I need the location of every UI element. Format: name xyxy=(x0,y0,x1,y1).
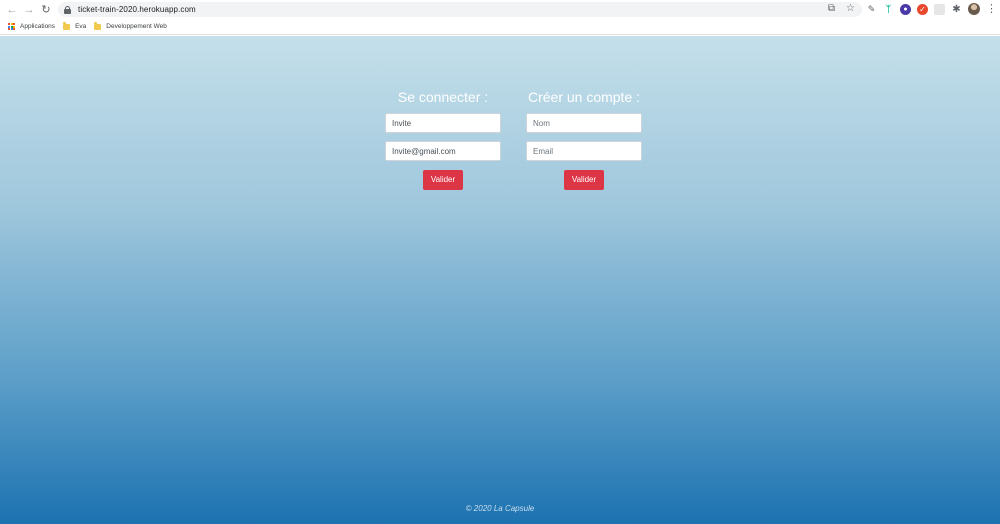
apps-grid-icon xyxy=(8,23,15,30)
kebab-menu-icon[interactable]: ⋮ xyxy=(986,3,997,15)
browser-toolbar: ← → ↻ ticket-train-2020.herokuapp.com ⧉ … xyxy=(0,0,1000,19)
bookmark-label: Developpement Web xyxy=(106,23,167,30)
url-text: ticket-train-2020.herokuapp.com xyxy=(78,5,196,14)
login-name-input[interactable] xyxy=(385,113,501,133)
eyedropper-extension-icon[interactable]: ✎ xyxy=(866,4,877,15)
translate-icon[interactable]: ⧉ xyxy=(826,3,837,14)
footer-copyright: © 2020 La Capsule xyxy=(465,504,535,513)
signup-email-input[interactable] xyxy=(526,141,642,161)
folder-icon xyxy=(94,22,102,30)
reload-icon[interactable]: ↻ xyxy=(40,4,52,16)
signup-title: Créer un compte : xyxy=(527,89,641,105)
puzzle-extensions-icon[interactable]: ✱ xyxy=(951,4,962,15)
bookmark-eva[interactable]: Eva xyxy=(63,22,87,30)
bookmark-label: Applications xyxy=(20,23,56,30)
purple-extension-icon[interactable]: ● xyxy=(900,3,911,15)
signup-submit-button[interactable]: Valider xyxy=(564,170,604,190)
bookmark-applications[interactable]: Applications xyxy=(8,23,55,30)
signup-form: Créer un compte : Valider xyxy=(526,88,642,190)
tilde-extension-icon[interactable]: ᛉ xyxy=(883,4,894,15)
forward-arrow-icon[interactable]: → xyxy=(23,4,35,16)
signup-name-input[interactable] xyxy=(526,113,642,133)
login-form: Se connecter : Valider xyxy=(385,88,501,190)
back-arrow-icon[interactable]: ← xyxy=(6,4,18,16)
folder-icon xyxy=(63,22,71,30)
bookmark-developpement-web[interactable]: Developpement Web xyxy=(94,22,167,30)
login-email-input[interactable] xyxy=(385,141,501,161)
address-bar[interactable]: ticket-train-2020.herokuapp.com ⧉ ☆ xyxy=(58,2,862,17)
star-bookmark-icon[interactable]: ☆ xyxy=(845,3,856,14)
blank-extension-icon[interactable] xyxy=(934,3,945,15)
bookmark-label: Eva xyxy=(75,23,87,30)
login-submit-button[interactable]: Valider xyxy=(423,170,463,190)
bookmarks-bar: Applications Eva Developpement Web xyxy=(0,19,1000,35)
profile-avatar[interactable] xyxy=(968,3,980,15)
page-viewport: Se connecter : Valider Créer un compte :… xyxy=(0,36,1000,524)
red-extension-icon[interactable]: ✓ xyxy=(917,3,928,15)
lock-icon xyxy=(64,5,71,14)
login-title: Se connecter : xyxy=(397,89,489,105)
